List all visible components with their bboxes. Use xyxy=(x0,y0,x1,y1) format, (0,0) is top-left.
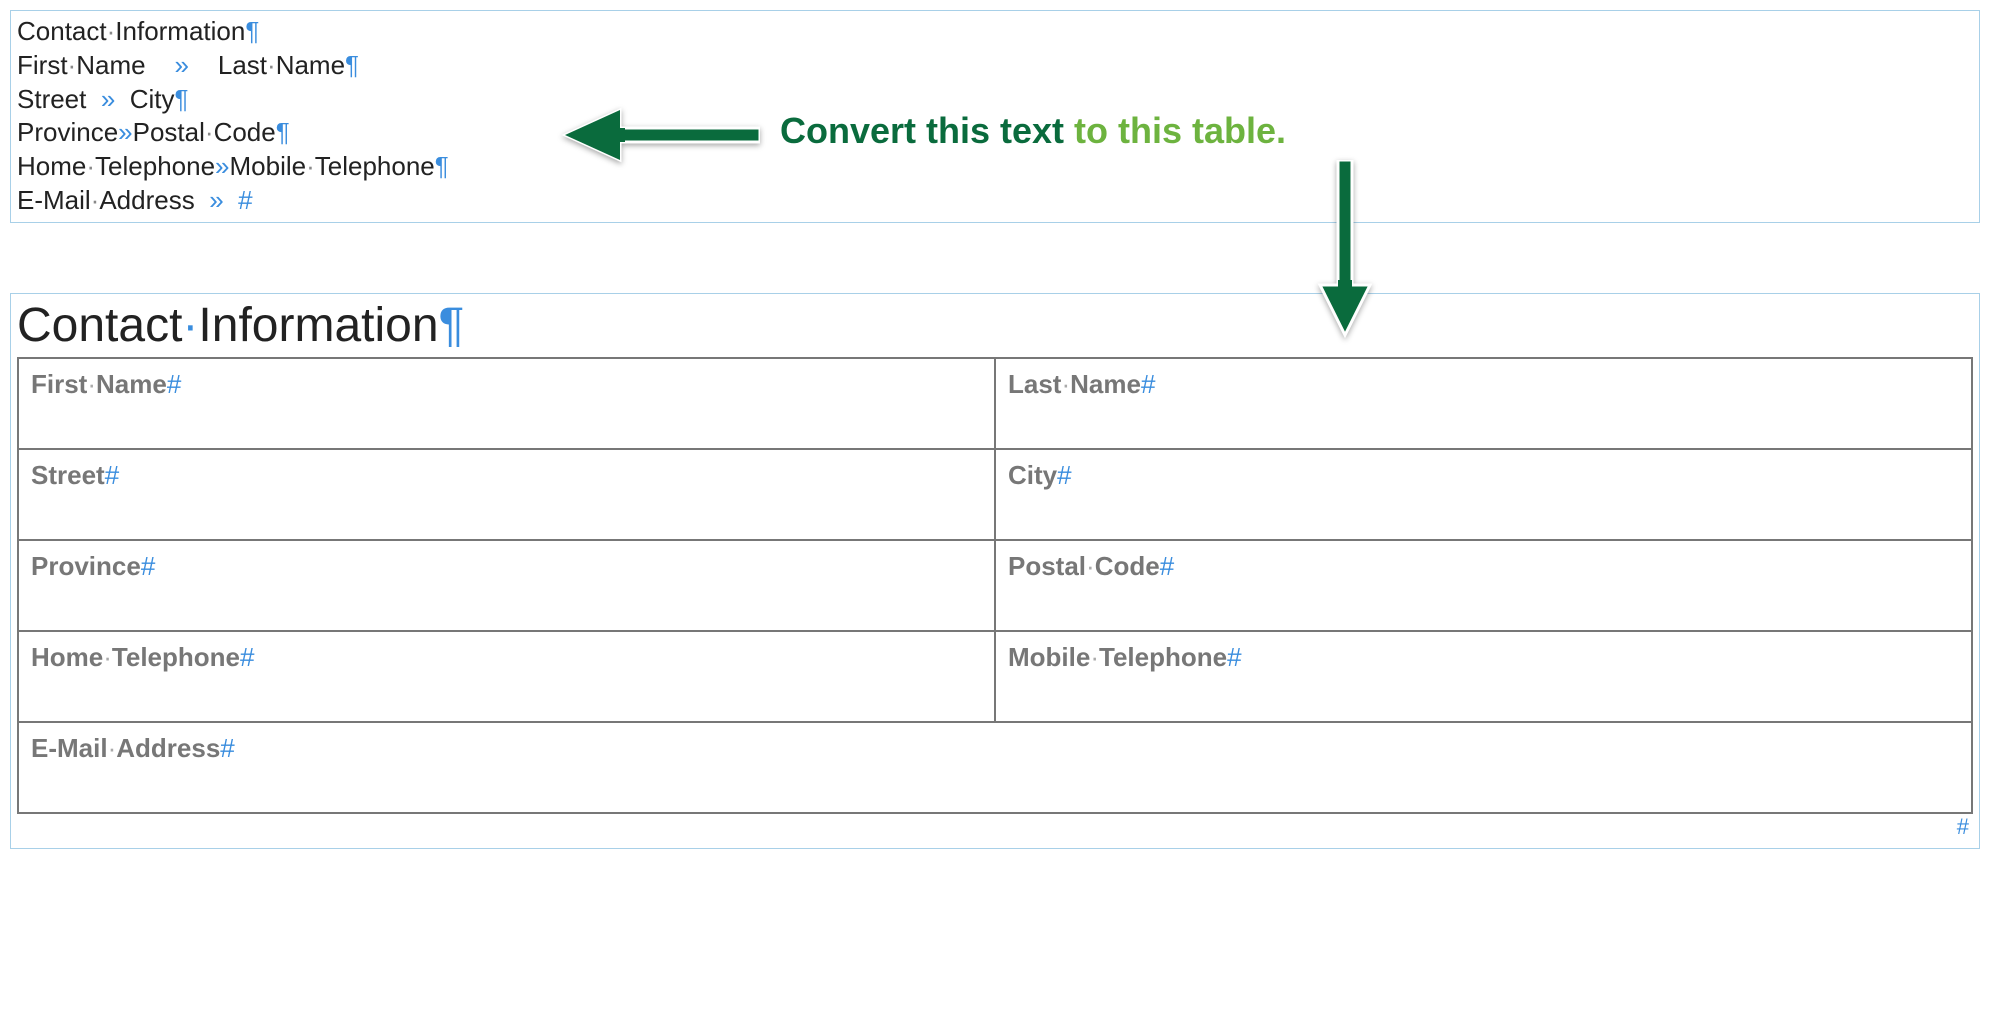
arrow-left-icon xyxy=(560,100,760,175)
hash-mark-icon: # xyxy=(1160,551,1174,581)
cell-home-tel: Home·Telephone# xyxy=(18,631,995,722)
cell-first-name: First·Name# xyxy=(18,358,995,449)
hash-mark-icon: # xyxy=(141,551,155,581)
hash-mark-icon: # xyxy=(105,460,119,490)
hash-mark-icon: # xyxy=(1141,369,1155,399)
annotation-part2: to this table. xyxy=(1074,110,1286,151)
table-row: Street# City# xyxy=(18,449,1972,540)
table-row: Home·Telephone# Mobile·Telephone# xyxy=(18,631,1972,722)
pilcrow-icon: ¶ xyxy=(175,84,189,114)
text-line-1: First·Name » Last·Name¶ xyxy=(17,49,1973,83)
cell-street: Street# xyxy=(18,449,995,540)
table-row: Province# Postal·Code# xyxy=(18,540,1972,631)
cell-province: Province# xyxy=(18,540,995,631)
table-row: E-Mail·Address# xyxy=(18,722,1972,813)
tab-mark-icon: » xyxy=(118,117,132,147)
hash-mark-icon: # xyxy=(238,185,252,215)
tab-mark-icon: » xyxy=(101,84,115,114)
pilcrow-icon: ¶ xyxy=(345,50,359,80)
text-line-5: E-Mail·Address » # xyxy=(17,184,1973,218)
hash-mark-icon: # xyxy=(1227,642,1241,672)
hash-mark-icon: # xyxy=(167,369,181,399)
result-table-container: Contact·Information¶ First·Name# Last·Na… xyxy=(10,293,1980,849)
space-dot-icon: · xyxy=(182,299,198,352)
cell-last-name: Last·Name# xyxy=(995,358,1972,449)
table-heading: Contact·Information¶ xyxy=(11,298,1979,357)
trailing-hash-mark: # xyxy=(11,814,1979,840)
text-line-4: Home·Telephone»Mobile·Telephone¶ xyxy=(17,150,1973,184)
tab-mark-icon: » xyxy=(215,151,229,181)
pilcrow-icon: ¶ xyxy=(439,299,465,352)
contact-table: First·Name# Last·Name# Street# City# Pro… xyxy=(17,357,1973,814)
hash-mark-icon: # xyxy=(220,733,234,763)
hash-mark-icon: # xyxy=(240,642,254,672)
annotation-caption: Convert this text to this table. xyxy=(780,110,1286,152)
cell-email: E-Mail·Address# xyxy=(18,722,1972,813)
cell-mobile-tel: Mobile·Telephone# xyxy=(995,631,1972,722)
text-line-0: Contact·Information¶ xyxy=(17,15,1973,49)
arrow-down-icon xyxy=(1310,160,1380,345)
pilcrow-icon: ¶ xyxy=(435,151,449,181)
pilcrow-icon: ¶ xyxy=(245,16,259,46)
hash-mark-icon: # xyxy=(1057,460,1071,490)
annotation-part1: Convert this text xyxy=(780,110,1074,151)
table-row: First·Name# Last·Name# xyxy=(18,358,1972,449)
cell-postal: Postal·Code# xyxy=(995,540,1972,631)
pilcrow-icon: ¶ xyxy=(276,117,290,147)
cell-city: City# xyxy=(995,449,1972,540)
tab-mark-icon: » xyxy=(174,50,188,80)
tab-mark-icon: » xyxy=(209,185,223,215)
